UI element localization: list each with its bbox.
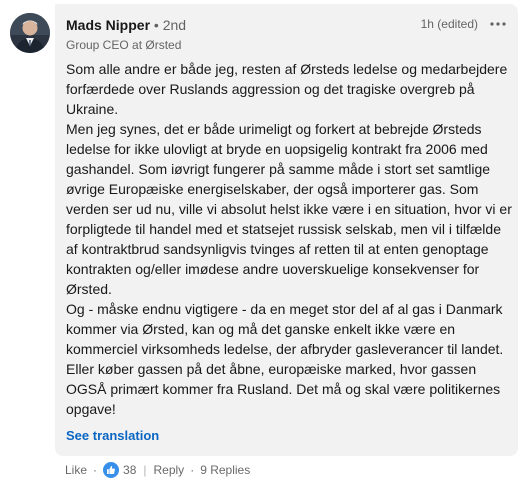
reply-button[interactable]: Reply: [154, 463, 185, 477]
author-row: Mads Nipper • 2nd: [66, 16, 186, 34]
replies-count[interactable]: 9 Replies: [200, 463, 250, 477]
connection-degree: 2nd: [162, 17, 187, 33]
divider: |: [143, 463, 147, 477]
bullet-separator: •: [153, 17, 159, 33]
comment-bubble: Mads Nipper • 2nd Group CEO at Ørsted 1h…: [55, 4, 518, 456]
see-translation-link[interactable]: See translation: [66, 428, 159, 444]
like-button[interactable]: Like: [65, 463, 87, 477]
timestamp: 1h (edited): [420, 17, 478, 31]
comment-actions: Like · 38 | Reply · 9 Replies: [65, 461, 250, 479]
comment-meta: 1h (edited): [421, 16, 508, 32]
dot-separator: ·: [93, 463, 98, 477]
comment-paragraph: Som alle andre er både jeg, resten af Ør…: [66, 61, 508, 117]
comment-paragraph: Men jeg synes, det er både urimeligt og …: [66, 121, 512, 297]
ellipsis-icon[interactable]: [488, 16, 508, 32]
comment-text: Som alle andre er både jeg, resten af Ør…: [66, 59, 512, 419]
thumbs-up-icon: [103, 462, 120, 478]
dot-separator: ·: [190, 463, 195, 477]
avatar[interactable]: [10, 13, 50, 53]
comment-paragraph: Og - måske endnu vigtigere - da en meget…: [66, 301, 504, 417]
comment: Mads Nipper • 2nd Group CEO at Ørsted 1h…: [0, 0, 526, 483]
author-headline: Group CEO at Ørsted: [66, 38, 182, 52]
author-name[interactable]: Mads Nipper: [66, 17, 150, 33]
reaction-count[interactable]: 38: [123, 463, 136, 477]
